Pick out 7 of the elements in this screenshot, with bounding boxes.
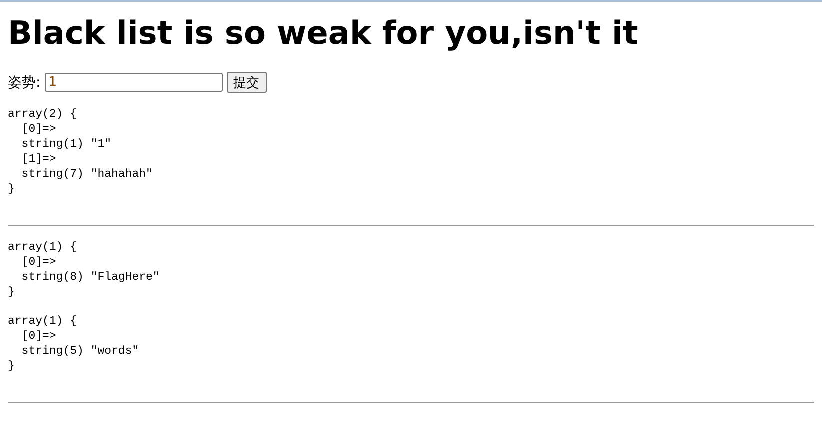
array-dump: array(2) { [0]=> string(1) "1" [1]=> string(7) "hahahah" } <box>8 107 153 197</box>
field-label: 姿势: <box>8 74 41 92</box>
array-dump: array(1) { [0]=> string(8) "FlagHere" } <box>8 240 160 300</box>
input-field[interactable]: 1 <box>44 73 223 92</box>
array-dump: array(1) { [0]=> string(5) "words" } <box>8 314 140 374</box>
submit-button[interactable]: 提交 <box>226 72 267 93</box>
page-heading: Black list is so weak for you,isn't it <box>8 14 640 52</box>
